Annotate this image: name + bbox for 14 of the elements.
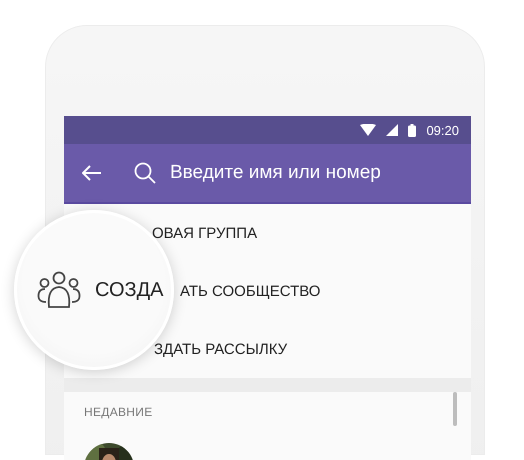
menu-item-label: СОЗДА bbox=[95, 278, 164, 302]
menu-item[interactable]: АТЬ СООБЩЕСТВО bbox=[180, 282, 320, 300]
menu-item[interactable]: ОВАЯ ГРУППА bbox=[152, 224, 258, 242]
menu-item[interactable]: ЗДАТЬ РАССЫЛКУ bbox=[154, 340, 288, 358]
section-header: НЕДАВНИЕ bbox=[84, 405, 152, 419]
search-field[interactable]: Введите имя или номер bbox=[134, 162, 471, 184]
scrollbar bbox=[453, 392, 457, 426]
wifi-icon bbox=[360, 124, 376, 136]
back-button[interactable] bbox=[82, 165, 102, 181]
search-icon bbox=[134, 162, 156, 184]
status-time: 09:20 bbox=[426, 122, 459, 138]
battery-icon bbox=[408, 124, 416, 136]
signal-icon bbox=[386, 124, 398, 136]
people-icon bbox=[37, 271, 81, 309]
